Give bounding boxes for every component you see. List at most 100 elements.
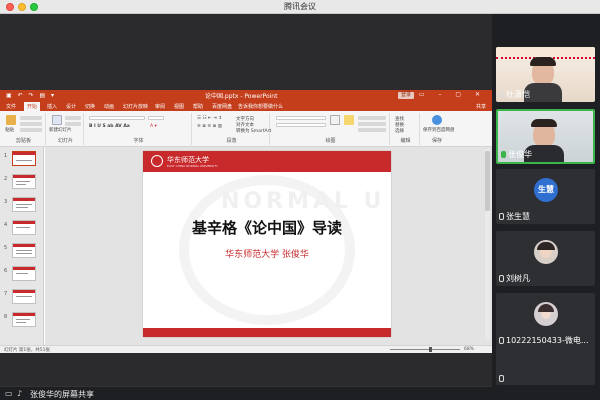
new-slide-icon[interactable] <box>52 115 62 125</box>
avatar: 生慧 <box>534 178 558 202</box>
participant-tile[interactable]: 10222150433-微电... <box>496 293 595 348</box>
thumb-number: 7 <box>4 291 8 297</box>
slide-thumbnail[interactable] <box>12 174 36 189</box>
slides-label: 幻灯片 <box>57 138 73 144</box>
tab-file[interactable]: 文件 <box>6 103 16 110</box>
slide-thumbnail[interactable] <box>12 312 36 327</box>
slide-thumbnail[interactable] <box>12 243 36 258</box>
copy-button[interactable] <box>20 122 42 126</box>
slide-header-band: 华东师范大学 EAST CHINA NORMAL UNIVERSITY <box>143 151 391 172</box>
slide-title: 基辛格《论中国》导读 <box>191 219 342 237</box>
ribbon-group-editing: 查找 替换 选择 编辑 <box>392 113 420 145</box>
tell-me-search[interactable]: 告诉我你想要做什么 <box>238 103 283 110</box>
thumb-number: 4 <box>4 222 8 228</box>
participant-name: 张俊华 <box>501 149 532 160</box>
tab-baidu[interactable]: 百度网盘 <box>212 103 232 110</box>
ribbon-group-font: B I U S ab AV Aa A ▾ 字体 <box>86 113 192 145</box>
paste-icon[interactable] <box>6 115 16 125</box>
window-titlebar: 腾讯会议 <box>0 0 600 14</box>
mic-active-icon <box>501 151 506 158</box>
scrollbar-thumb[interactable] <box>485 151 490 211</box>
shapes-gallery[interactable] <box>276 116 326 120</box>
slide-thumbnail[interactable] <box>12 289 36 304</box>
reset-button[interactable] <box>65 122 81 126</box>
school-name-en: EAST CHINA NORMAL UNIVERSITY <box>167 164 218 168</box>
ribbon: 粘贴 剪贴板 新建幻灯片 幻灯片 B I U S ab AV Aa A ▾ 字体… <box>0 111 492 147</box>
zoom-slider[interactable] <box>390 349 460 350</box>
tab-home[interactable]: 开始 <box>24 102 41 111</box>
layout-button[interactable] <box>65 116 81 120</box>
format-painter-button[interactable] <box>20 128 42 132</box>
save-label: 保存 <box>431 138 442 144</box>
slide-thumbnail[interactable] <box>12 151 36 166</box>
zoom-knob[interactable] <box>429 347 432 352</box>
align-icons[interactable]: ≡ ≣ ≡ ≣ ▥ <box>197 124 222 129</box>
slide-thumbnail[interactable] <box>12 220 36 235</box>
ribbon-group-drawing: 绘图 <box>272 113 390 145</box>
quick-styles-icon[interactable] <box>344 115 354 125</box>
slide-footer-band <box>143 328 391 337</box>
font-size-select[interactable] <box>148 116 164 120</box>
paste-label[interactable]: 粘贴 <box>5 127 14 133</box>
window-title: 腾讯会议 <box>284 2 316 11</box>
avatar <box>534 302 558 326</box>
avatar <box>534 240 558 264</box>
select-button[interactable]: 选择 <box>395 128 404 134</box>
tab-transitions[interactable]: 切换 <box>85 103 95 110</box>
smartart-button[interactable]: 转换为 SmartArt <box>236 128 271 134</box>
login-button[interactable]: 登录 <box>398 92 415 99</box>
arrange-icon[interactable] <box>330 115 340 125</box>
mic-icon[interactable]: ♪ <box>17 389 22 398</box>
participant-tile-speaking[interactable]: 张俊华 <box>496 109 595 164</box>
ribbon-tabs: 文件 开始 插入 设计 切换 动画 幻灯片放映 审阅 视图 帮助 百度网盘 告诉… <box>0 101 492 111</box>
tab-design[interactable]: 设计 <box>66 103 76 110</box>
shape-effects-button[interactable] <box>358 128 386 132</box>
font-color-icon[interactable]: A ▾ <box>150 124 157 129</box>
thumb-number: 6 <box>4 268 8 274</box>
slide-thumbnail[interactable] <box>12 266 36 281</box>
zoom-level[interactable]: 68% <box>464 347 474 352</box>
mic-icon <box>499 91 504 98</box>
share-button[interactable]: 共享 <box>476 103 486 110</box>
mic-icon <box>499 375 504 382</box>
font-label: 字体 <box>133 138 144 144</box>
ppt-titlebar: ▣ ↶ ↷ ▤ ▾ 论中国.pptx - PowerPoint 登录 ▭ – ▢… <box>0 90 492 101</box>
font-style-icons[interactable]: B I U S ab AV Aa <box>89 124 130 129</box>
tab-view[interactable]: 视图 <box>174 103 184 110</box>
ppt-document-title: 论中国.pptx - PowerPoint <box>205 93 278 100</box>
tab-slideshow[interactable]: 幻灯片放映 <box>123 103 148 110</box>
current-slide[interactable]: NORMAL U 华东师范大学 EAST CHINA NORMAL UNIVER… <box>143 151 391 337</box>
new-slide-label[interactable]: 新建幻灯片 <box>49 127 72 133</box>
shapes-gallery-row2[interactable] <box>276 123 326 127</box>
ribbon-group-clipboard: 粘贴 剪贴板 <box>2 113 46 145</box>
tab-insert[interactable]: 插入 <box>47 103 57 110</box>
list-icons[interactable]: ☰ ☷ ⇤ ⇥ ↕ <box>197 116 222 121</box>
tab-review[interactable]: 审阅 <box>155 103 165 110</box>
slide-editing-area: NORMAL U 华东师范大学 EAST CHINA NORMAL UNIVER… <box>45 147 492 345</box>
thumb-number: 5 <box>4 245 8 251</box>
cut-button[interactable] <box>20 116 42 120</box>
shape-fill-button[interactable] <box>358 116 386 120</box>
shared-screen-area: ▣ ↶ ↷ ▤ ▾ 论中国.pptx - PowerPoint 登录 ▭ – ▢… <box>0 14 492 386</box>
screen-share-icon[interactable]: ▭ <box>5 389 13 398</box>
editing-label: 编辑 <box>400 138 411 144</box>
baidu-cloud-icon[interactable] <box>432 115 442 125</box>
mic-icon <box>499 275 504 282</box>
quick-access-icons[interactable]: ▣ ↶ ↷ ▤ ▾ <box>6 92 56 99</box>
participant-name <box>499 375 506 382</box>
participant-tile[interactable]: 刘树凡 <box>496 231 595 286</box>
thumb-number: 3 <box>4 199 8 205</box>
slide-thumbnail[interactable] <box>12 197 36 212</box>
tab-animations[interactable]: 动画 <box>104 103 114 110</box>
save-baidu-button[interactable]: 保存到百度网盘 <box>423 127 455 133</box>
ppt-window-controls[interactable]: ▭ – ▢ ✕ <box>419 91 486 98</box>
drawing-label: 绘图 <box>325 138 336 144</box>
font-name-select[interactable] <box>89 116 145 120</box>
university-logo-icon <box>151 155 163 167</box>
participant-name: 杜潇恺 <box>499 89 530 100</box>
participant-tile[interactable]: 生慧 张生慧 <box>496 169 595 224</box>
participant-tile[interactable] <box>496 345 595 385</box>
shape-outline-button[interactable] <box>358 122 386 126</box>
tab-help[interactable]: 帮助 <box>193 103 203 110</box>
participant-tile[interactable]: 杜潇恺 <box>496 47 595 102</box>
